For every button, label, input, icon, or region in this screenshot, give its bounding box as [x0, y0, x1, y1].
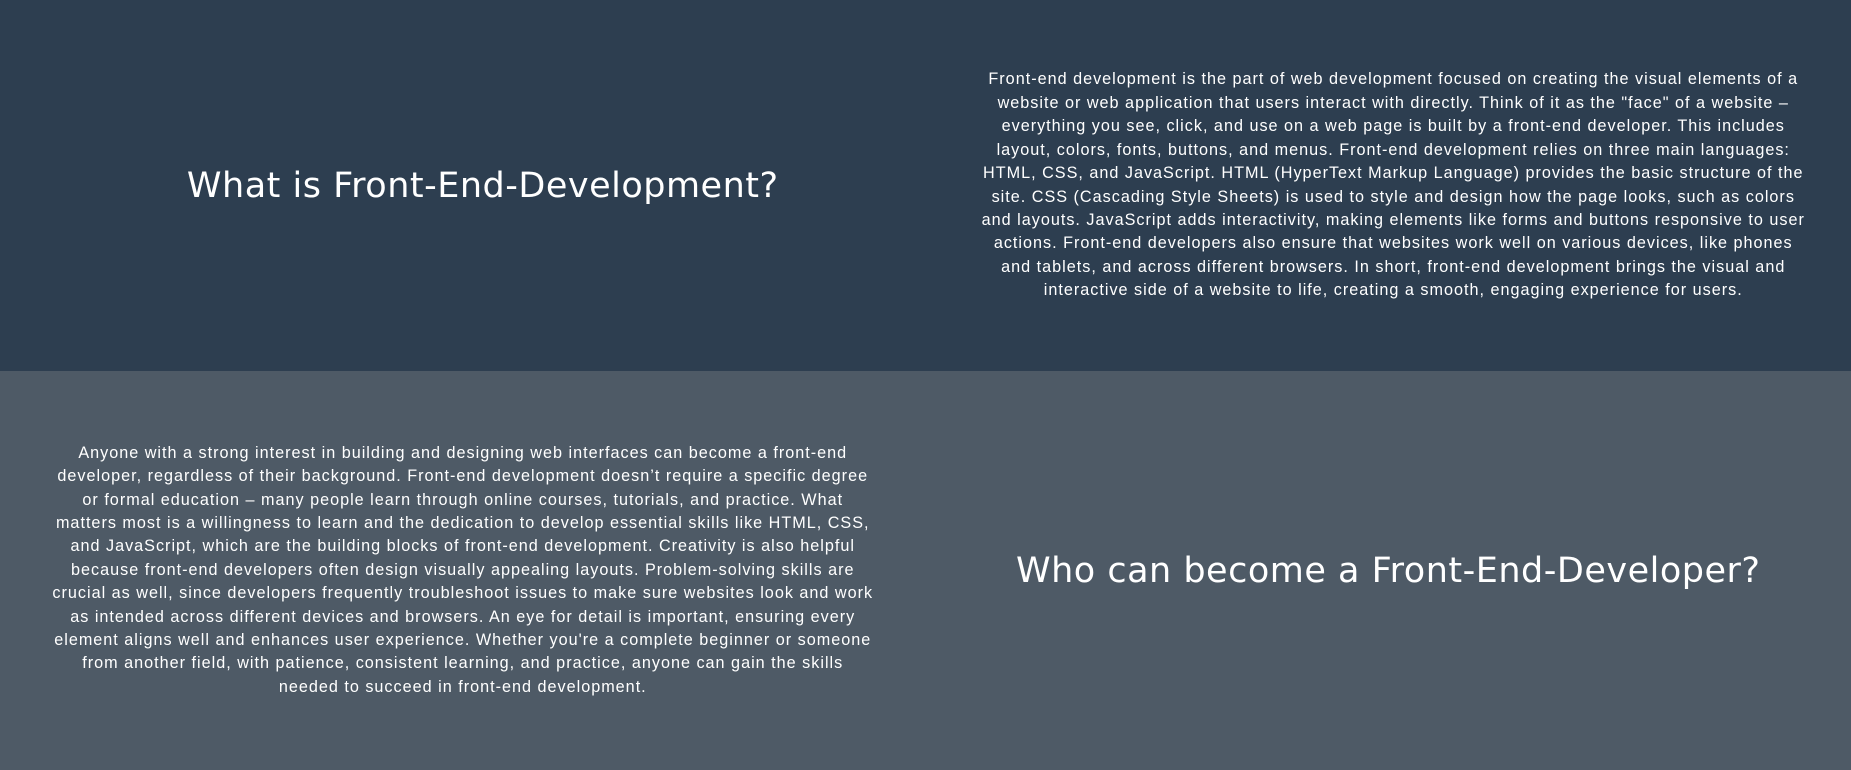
section-what-is-frontend: What is Front-End-Development? Front-end… [0, 0, 1851, 371]
section-paragraph: Anyone with a strong interest in buildin… [52, 443, 874, 696]
heading-column: Who can become a Front-End-Developer? [926, 551, 1851, 591]
text-column: Anyone with a strong interest in buildin… [0, 442, 926, 699]
section-heading: What is Front-End-Development? [186, 165, 779, 206]
section-who-can-become: Anyone with a strong interest in buildin… [0, 371, 1851, 770]
section-paragraph: Front-end development is the part of web… [981, 70, 1805, 300]
section-heading: Who can become a Front-End-Developer? [1016, 550, 1761, 591]
text-column: Front-end development is the part of web… [926, 68, 1851, 302]
heading-column: What is Front-End-Development? [0, 166, 926, 206]
